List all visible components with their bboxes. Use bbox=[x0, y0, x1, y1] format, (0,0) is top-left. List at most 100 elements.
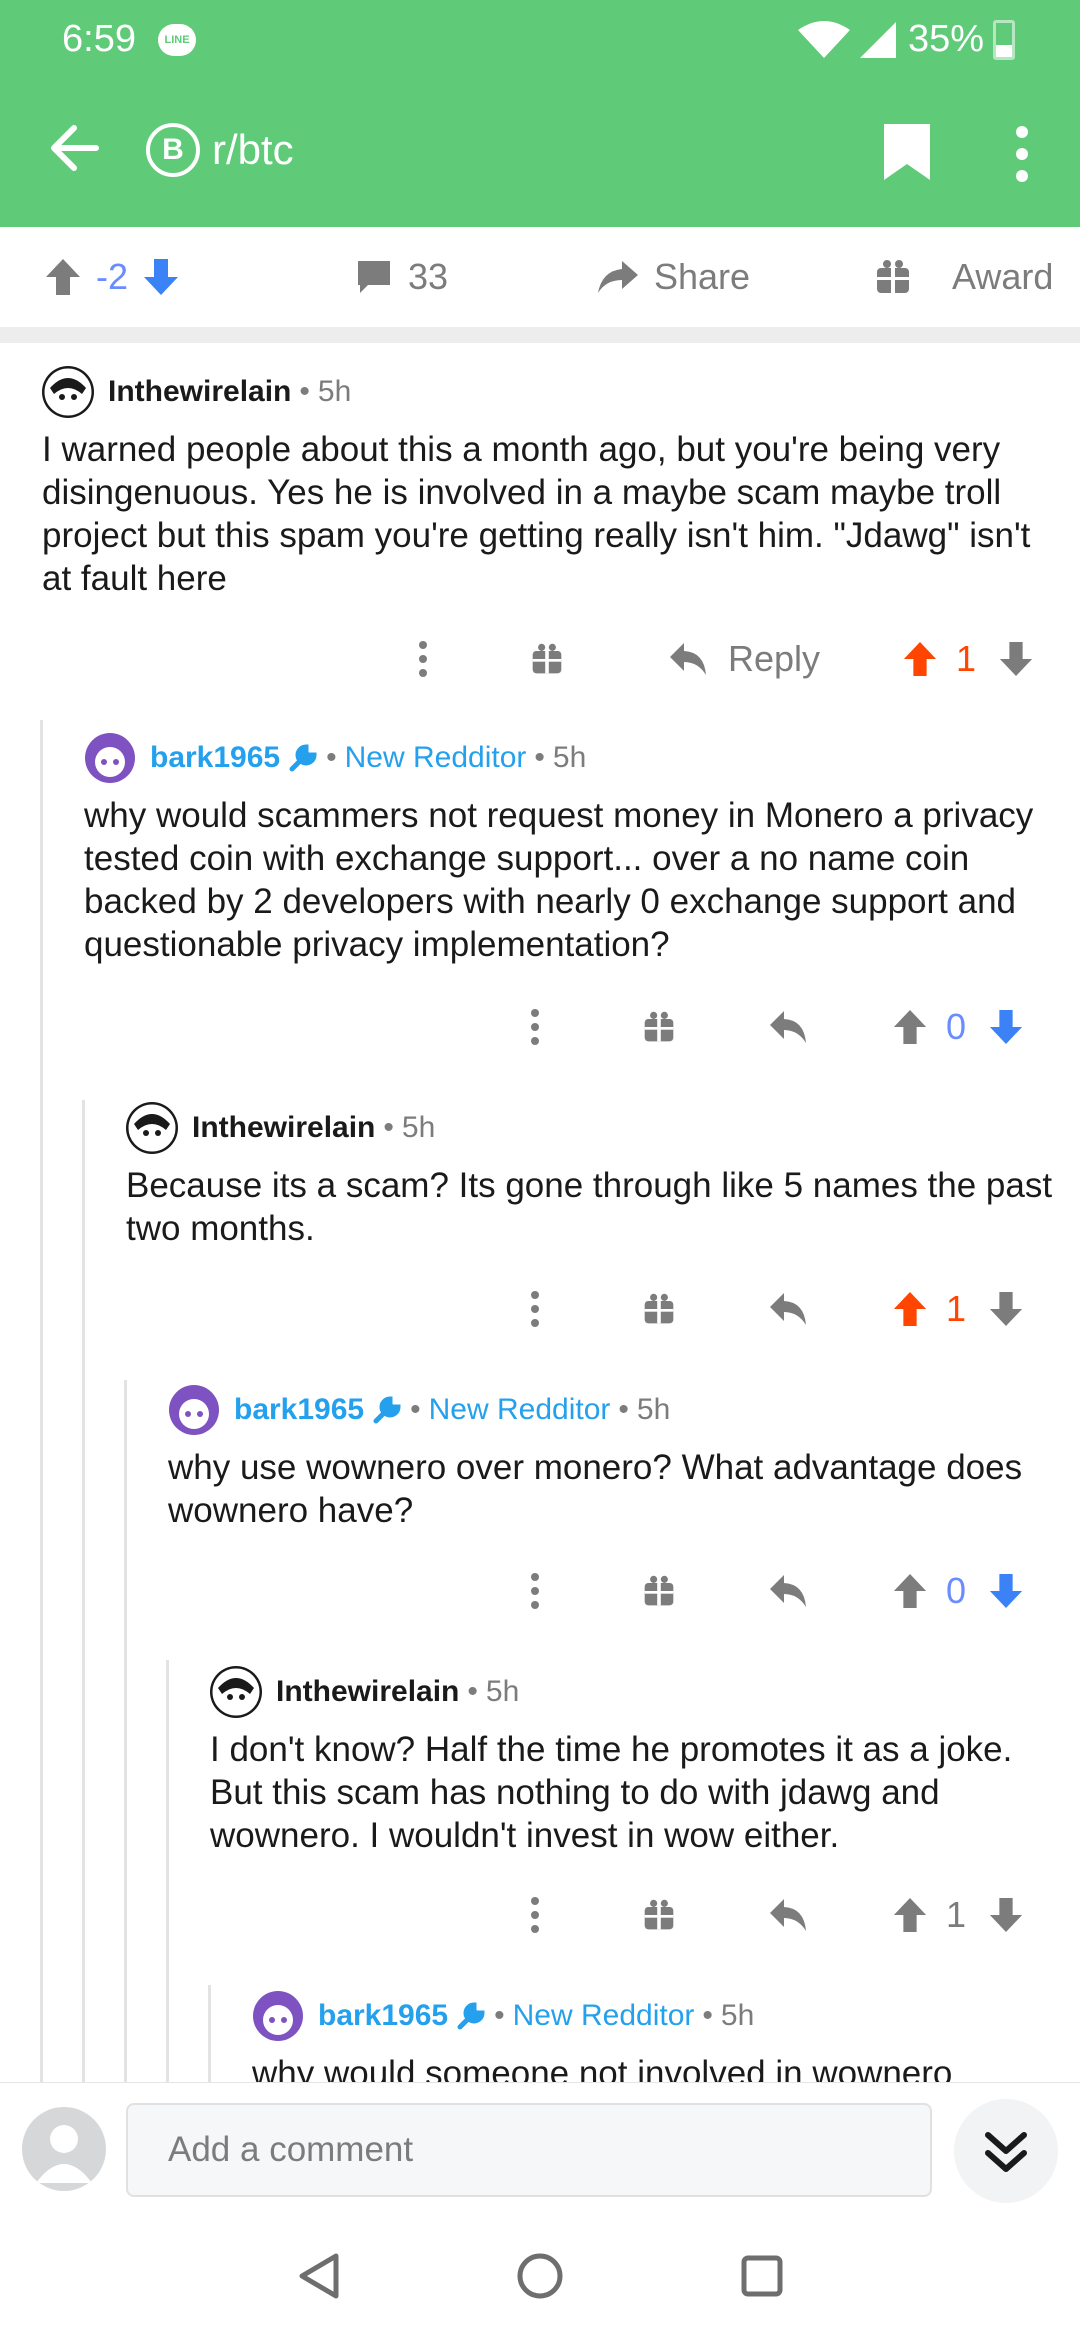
more-options-icon[interactable] bbox=[520, 1895, 550, 1935]
comment-username[interactable]: bark1965 bbox=[318, 1999, 448, 2033]
comment-time: 5h bbox=[401, 1111, 436, 1144]
user-avatar[interactable] bbox=[22, 2107, 106, 2191]
separator-dot: • bbox=[299, 375, 310, 408]
reply-icon[interactable] bbox=[768, 1573, 808, 1609]
subreddit-icon: B bbox=[146, 123, 200, 177]
more-options-icon[interactable] bbox=[520, 1007, 550, 1047]
comment-time: 5h bbox=[317, 375, 352, 408]
nav-recents-icon[interactable] bbox=[740, 2254, 784, 2298]
comment-header: Inthewirelain • 5h bbox=[42, 362, 1062, 422]
avatar[interactable] bbox=[168, 1384, 220, 1436]
double-chevron-down-icon bbox=[985, 2132, 1027, 2172]
comment-header: bark1965 • New Redditor • 5h bbox=[84, 728, 1060, 788]
next-comment-button[interactable] bbox=[954, 2099, 1058, 2203]
comment-composer: Add a comment bbox=[0, 2082, 1080, 2212]
award-gift-icon[interactable] bbox=[642, 1010, 676, 1044]
comment-actions: 0 bbox=[520, 1556, 1024, 1626]
avatar[interactable] bbox=[84, 732, 136, 784]
signal-icon bbox=[860, 22, 896, 58]
comment-score: 1 bbox=[956, 638, 977, 679]
award-gift-icon[interactable] bbox=[642, 1574, 676, 1608]
avatar[interactable] bbox=[210, 1666, 262, 1718]
default-avatar-icon bbox=[36, 2125, 92, 2183]
comment-header: Inthewirelain • 5h bbox=[126, 1098, 1060, 1158]
comment-actions: Reply 1 bbox=[408, 624, 1034, 694]
upvote-icon[interactable] bbox=[892, 1896, 928, 1934]
comment-username[interactable]: Inthewirelain bbox=[276, 1675, 459, 1709]
separator-dot: • bbox=[618, 1393, 629, 1426]
thread-line-3 bbox=[124, 1380, 127, 2082]
comment-username[interactable]: bark1965 bbox=[150, 741, 280, 775]
upvote-icon[interactable] bbox=[892, 1572, 928, 1610]
downvote-icon[interactable] bbox=[142, 257, 180, 297]
user-flair: New Redditor bbox=[344, 741, 527, 774]
comment-time: 5h bbox=[636, 1393, 671, 1426]
post-vote: -2 bbox=[44, 227, 180, 327]
thread-line-1 bbox=[40, 720, 43, 2082]
avatar[interactable] bbox=[126, 1102, 178, 1154]
more-options-icon[interactable] bbox=[1004, 124, 1040, 184]
comment: bark1965 • New Redditor • 5h why would s… bbox=[84, 728, 1060, 966]
separator-dot: • bbox=[702, 1999, 713, 2032]
downvote-icon[interactable] bbox=[988, 1572, 1024, 1610]
award-gift-icon[interactable] bbox=[642, 1898, 676, 1932]
wrench-flair-icon bbox=[373, 1396, 401, 1424]
section-divider bbox=[0, 327, 1080, 343]
comment-body: why use wownero over monero? What advant… bbox=[168, 1448, 1023, 1530]
user-flair: New Redditor bbox=[512, 1999, 695, 2032]
upvote-icon[interactable] bbox=[902, 640, 938, 678]
comment-score: 1 bbox=[946, 1894, 967, 1935]
wrench-flair-icon bbox=[457, 2002, 485, 2030]
reply-button[interactable]: Reply bbox=[668, 638, 820, 680]
avatar[interactable] bbox=[42, 366, 94, 418]
thread-line-2 bbox=[82, 1100, 85, 2082]
more-options-icon[interactable] bbox=[520, 1571, 550, 1611]
comments-count-button[interactable]: 33 bbox=[354, 227, 462, 327]
downvote-icon[interactable] bbox=[988, 1008, 1024, 1046]
comment-header: Inthewirelain • 5h bbox=[210, 1662, 1060, 1722]
user-flair: New Redditor bbox=[428, 1393, 611, 1426]
comment-actions: 0 bbox=[520, 992, 1024, 1062]
downvote-icon[interactable] bbox=[988, 1896, 1024, 1934]
add-comment-input[interactable]: Add a comment bbox=[126, 2103, 932, 2197]
status-bar: 6:59 LINE 35% bbox=[0, 0, 1080, 80]
comment: bark1965 • New Redditor • 5h why use wow… bbox=[168, 1380, 1060, 1532]
downvote-icon[interactable] bbox=[988, 1290, 1024, 1328]
avatar[interactable] bbox=[252, 1990, 304, 2042]
more-options-icon[interactable] bbox=[408, 639, 438, 679]
comment-time: 5h bbox=[720, 1999, 755, 2032]
comment-username[interactable]: bark1965 bbox=[234, 1393, 364, 1427]
award-gift-icon[interactable] bbox=[642, 1292, 676, 1326]
more-options-icon[interactable] bbox=[520, 1289, 550, 1329]
separator-dot: • bbox=[494, 1999, 505, 2032]
award-gift-icon[interactable] bbox=[530, 642, 564, 676]
share-icon bbox=[598, 261, 638, 293]
comment-actions: 1 bbox=[520, 1274, 1024, 1344]
comment-time: 5h bbox=[552, 741, 587, 774]
post-score: -2 bbox=[96, 256, 129, 297]
comment-username[interactable]: Inthewirelain bbox=[192, 1111, 375, 1145]
share-button[interactable]: Share bbox=[596, 227, 764, 327]
comment-actions: 1 bbox=[520, 1880, 1024, 1950]
reply-icon bbox=[670, 643, 706, 675]
reply-icon[interactable] bbox=[768, 1009, 808, 1045]
upvote-icon[interactable] bbox=[892, 1290, 928, 1328]
back-arrow-icon[interactable] bbox=[46, 120, 102, 176]
upvote-icon[interactable] bbox=[44, 257, 82, 297]
subreddit-chip[interactable]: B r/btc bbox=[146, 120, 294, 180]
reply-icon[interactable] bbox=[768, 1897, 808, 1933]
share-label: Share bbox=[654, 256, 751, 297]
comment: Inthewirelain • 5h I warned people about… bbox=[42, 362, 1062, 600]
comment: Inthewirelain • 5h I don't know? Half th… bbox=[210, 1662, 1060, 1857]
upvote-icon[interactable] bbox=[892, 1008, 928, 1046]
bookmark-icon[interactable] bbox=[882, 124, 932, 180]
nav-home-icon[interactable] bbox=[516, 2252, 564, 2300]
downvote-icon[interactable] bbox=[998, 640, 1034, 678]
nav-back-icon[interactable] bbox=[296, 2252, 342, 2300]
comment-time: 5h bbox=[485, 1675, 520, 1708]
comment: Inthewirelain • 5h Because its a scam? I… bbox=[126, 1098, 1060, 1250]
comment-username[interactable]: Inthewirelain bbox=[108, 375, 291, 409]
comment-body: Because its a scam? Its gone through lik… bbox=[126, 1166, 1053, 1248]
reply-icon[interactable] bbox=[768, 1291, 808, 1327]
award-button[interactable]: Award bbox=[874, 227, 1067, 327]
